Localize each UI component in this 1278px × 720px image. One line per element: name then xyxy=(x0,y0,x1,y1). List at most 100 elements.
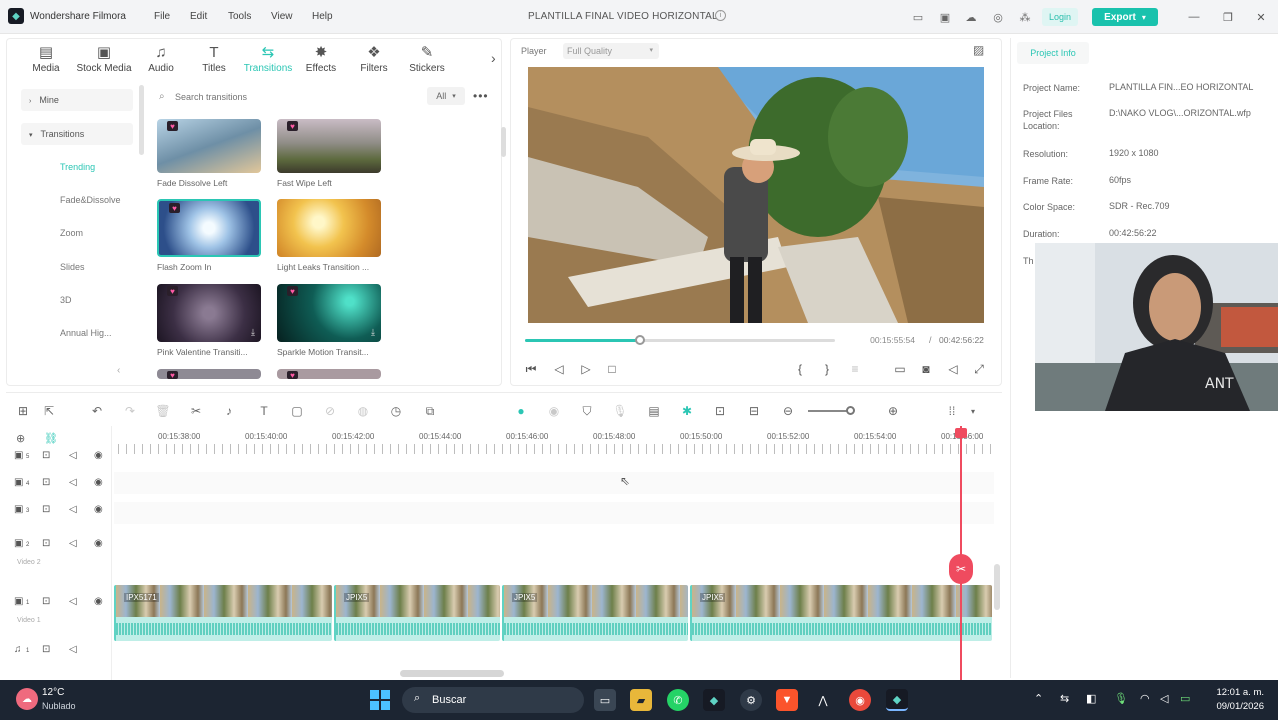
tab-filters[interactable]: ❖ Filters xyxy=(347,43,401,81)
delete-icon[interactable]: 🗑 xyxy=(155,403,171,419)
marker-icon[interactable]: ⛉ xyxy=(579,403,595,419)
chevron-up-icon[interactable]: ⌃ xyxy=(1034,692,1043,705)
tab-stickers[interactable]: ✎ Stickers xyxy=(400,43,454,81)
taskbar-time[interactable]: 12:01 a. m. xyxy=(1206,687,1264,698)
tray-app-icon[interactable]: ⇆ xyxy=(1060,692,1069,705)
taskbar-search[interactable]: ⌕ Buscar xyxy=(402,687,584,713)
speed-icon[interactable]: ◷ xyxy=(388,403,404,419)
lock-icon[interactable]: ⊡ xyxy=(42,504,50,515)
lock-icon[interactable]: ⊡ xyxy=(42,596,50,607)
zoom-in-icon[interactable]: ⊕ xyxy=(885,403,901,419)
weather-temperature[interactable]: 12°C xyxy=(42,687,64,698)
audio-tool-icon[interactable]: ♪ xyxy=(221,403,237,419)
tab-project-info[interactable]: Project Info xyxy=(1017,42,1089,64)
download-icon[interactable]: ⤓ xyxy=(371,327,375,338)
fullscreen-icon[interactable]: ⤢ xyxy=(971,361,987,377)
volume-icon[interactable]: ◁ xyxy=(1160,692,1168,705)
monitor-icon[interactable]: ▭ xyxy=(910,9,926,25)
snapshot-icon[interactable]: ◙ xyxy=(918,361,934,377)
weather-icon[interactable]: ☁ xyxy=(16,688,38,710)
chevron-right-icon[interactable]: › xyxy=(491,50,496,66)
search-input[interactable] xyxy=(175,89,405,105)
lock-icon[interactable]: ⊡ xyxy=(42,644,50,655)
sidebar-item-slides[interactable]: Slides xyxy=(60,262,85,272)
split-icon[interactable]: ✂ xyxy=(188,403,204,419)
grid-view-icon[interactable]: ⁞⁞ xyxy=(944,403,960,419)
ai-tool-icon[interactable]: ▤ xyxy=(646,403,662,419)
eye-icon[interactable]: ◉ xyxy=(94,504,103,515)
lock-icon[interactable]: ⊡ xyxy=(42,477,50,488)
track-5[interactable] xyxy=(114,472,994,494)
play-icon[interactable]: ▷ xyxy=(578,361,594,377)
more-tools-icon[interactable]: ⧉ xyxy=(422,403,438,419)
eye-icon[interactable]: ◉ xyxy=(94,477,103,488)
transition-tile-sparkle-motion[interactable]: ♥ ⤓ Sparkle Motion Transit... xyxy=(277,284,381,357)
windows-start-icon[interactable] xyxy=(370,690,390,710)
minimize-icon[interactable]: — xyxy=(1186,9,1202,25)
stop-icon[interactable]: □ xyxy=(604,361,620,377)
video-clip[interactable]: IPX5171 xyxy=(114,585,332,641)
sidebar-item-fade-dissolve[interactable]: Fade&Dissolve xyxy=(60,195,121,205)
redo-icon[interactable]: ↷ xyxy=(122,403,138,419)
undo-icon[interactable]: ↶ xyxy=(89,403,105,419)
pip-icon[interactable]: ⊡ xyxy=(712,403,728,419)
save-icon[interactable]: ▣ xyxy=(937,9,953,25)
close-icon[interactable]: ✕ xyxy=(1253,9,1269,25)
sidebar-transitions[interactable]: ▾ Transitions xyxy=(21,123,133,145)
render-preview-icon[interactable]: ● xyxy=(513,403,529,419)
transition-tile-fade-dissolve-left[interactable]: ♥ Fade Dissolve Left xyxy=(157,119,261,188)
grid-scrollbar[interactable] xyxy=(501,127,506,157)
image-icon[interactable]: ▨ xyxy=(973,43,984,57)
speaker-icon[interactable]: ◁ xyxy=(69,477,77,488)
transition-tile-pink-valentine[interactable]: ♥ ⤓ Pink Valentine Transiti... xyxy=(157,284,261,357)
crop-icon[interactable]: ▢ xyxy=(289,403,305,419)
lock-icon[interactable]: ⊡ xyxy=(42,450,50,461)
battery-icon[interactable]: ▭ xyxy=(1180,692,1190,705)
video-clip[interactable]: JPIX5 xyxy=(502,585,688,641)
track-3[interactable] xyxy=(114,502,994,524)
whatsapp-icon[interactable]: ✆ xyxy=(667,689,689,711)
layout-icon[interactable]: ⊞ xyxy=(15,403,31,419)
menu-tools[interactable]: Tools xyxy=(228,11,251,22)
tab-audio[interactable]: ♫ Audio xyxy=(134,43,188,81)
restore-icon[interactable]: ❐ xyxy=(1220,9,1236,25)
sidebar-item-zoom[interactable]: Zoom xyxy=(60,228,83,238)
tab-media[interactable]: ▤ Media xyxy=(19,43,73,81)
filmora-icon[interactable]: ◆ xyxy=(703,689,725,711)
menu-file[interactable]: File xyxy=(154,11,170,22)
microphone-icon[interactable]: 🎙 xyxy=(1114,692,1128,705)
menu-view[interactable]: View xyxy=(271,11,293,22)
speaker-icon[interactable]: ◁ xyxy=(69,538,77,549)
lock-icon[interactable]: ⊡ xyxy=(42,538,50,549)
video-clip[interactable]: JPIX5 xyxy=(334,585,500,641)
apps-grid-icon[interactable]: ⁂ xyxy=(1017,9,1033,25)
progress-knob[interactable] xyxy=(634,335,645,345)
text-tool-icon[interactable]: T xyxy=(256,403,272,419)
fit-icon[interactable]: ⊟ xyxy=(746,403,762,419)
collapse-icon[interactable]: ‹ xyxy=(117,365,120,376)
filter-dropdown[interactable]: All ▾ xyxy=(427,87,465,105)
chrome-icon[interactable]: ◉ xyxy=(849,689,871,711)
link-icon[interactable]: ⛓ xyxy=(44,432,58,445)
download-icon[interactable]: ⤓ xyxy=(251,327,255,338)
snap-icon[interactable]: ✱ xyxy=(679,403,695,419)
sidebar-mine[interactable]: › Mine xyxy=(21,89,133,111)
eye-icon[interactable]: ◉ xyxy=(94,596,103,607)
speaker-icon[interactable]: ◁ xyxy=(69,644,77,655)
mark-out-icon[interactable]: } xyxy=(819,361,835,377)
tab-transitions[interactable]: ⇆ Transitions xyxy=(240,43,296,81)
tray-app-icon[interactable]: ◧ xyxy=(1086,692,1096,705)
sidebar-scrollbar[interactable] xyxy=(139,85,144,155)
timeline-vertical-scrollbar[interactable] xyxy=(994,564,1000,610)
eye-icon[interactable]: ◉ xyxy=(94,450,103,461)
sidebar-item-3d[interactable]: 3D xyxy=(60,295,72,305)
zoom-slider-knob[interactable] xyxy=(846,406,855,415)
time-ruler[interactable] xyxy=(118,444,998,454)
select-tool-icon[interactable]: ⇱ xyxy=(41,403,57,419)
add-track-icon[interactable]: ⊕ xyxy=(16,432,25,445)
mark-in-icon[interactable]: { xyxy=(792,361,808,377)
link-icon[interactable]: ⊘ xyxy=(322,403,338,419)
app-icon[interactable]: ⚙ xyxy=(740,689,762,711)
transition-tile-light-leaks[interactable]: Light Leaks Transition ... xyxy=(277,199,381,272)
export-button[interactable]: Export ▾ xyxy=(1092,8,1158,26)
